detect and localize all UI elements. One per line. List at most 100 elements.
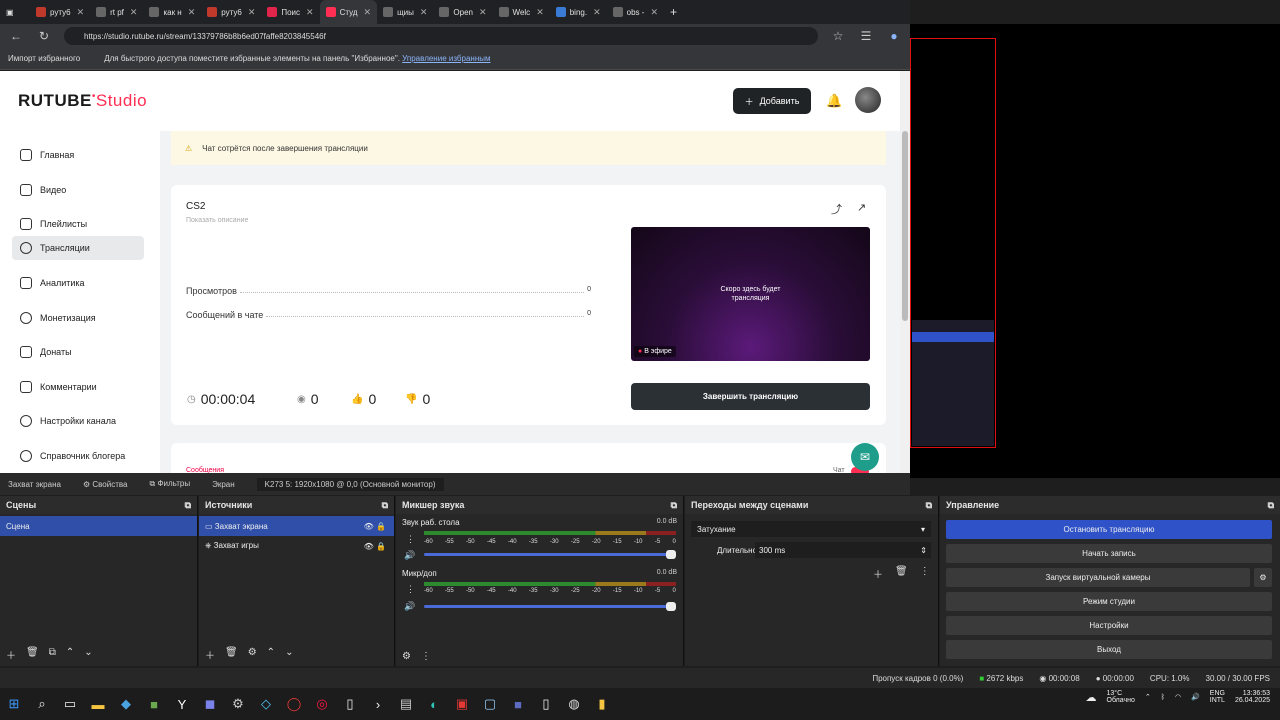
teams-icon[interactable]: ◼ — [196, 688, 224, 720]
scrollbar-thumb[interactable] — [902, 131, 908, 321]
dock-float-icon[interactable]: ⧉ — [185, 500, 191, 511]
browser-tab[interactable]: obs - ✕ — [607, 0, 664, 24]
browser-tab[interactable]: руту6 ✕ — [201, 0, 261, 24]
sidebar-item-channel-settings[interactable]: Настройки канала — [12, 409, 144, 433]
clock[interactable]: 13:36:53 26.04.2025 — [1235, 690, 1270, 704]
properties-button[interactable]: ⚙ Свойства — [83, 480, 128, 489]
duration-spinbox[interactable]: 300 ms ⇕ — [755, 542, 931, 558]
rutube-studio-logo[interactable]: RUTUBE•Studio — [18, 91, 147, 111]
url-field[interactable]: https://studio.rutube.ru/stream/13379786… — [64, 27, 818, 45]
add-icon[interactable]: ＋ — [205, 647, 215, 662]
sidebar-item-playlists[interactable]: Плейлисты — [12, 212, 144, 236]
speaker-icon[interactable]: 🔊 — [404, 601, 415, 612]
volume-slider-mic[interactable] — [424, 602, 676, 611]
bluetooth-icon[interactable]: ᛒ — [1161, 694, 1165, 701]
close-icon[interactable]: ✕ — [188, 7, 196, 18]
settings-icon[interactable]: ⚙ — [224, 688, 252, 720]
end-stream-button[interactable]: Завершить трансляцию — [631, 383, 870, 410]
app-icon[interactable]: ◆ — [112, 688, 140, 720]
back-icon[interactable]: ← — [8, 29, 24, 43]
dock-float-icon[interactable]: ⧉ — [926, 500, 932, 511]
avatar[interactable] — [855, 87, 881, 113]
dock-float-icon[interactable]: ⧉ — [671, 500, 677, 511]
stop-streaming-button[interactable]: Остановить трансляцию — [946, 520, 1272, 539]
windows-start-icon[interactable]: ⊞ — [0, 688, 28, 720]
stream-preview[interactable]: Скоро здесь будет трансляция ● В эфире — [631, 227, 870, 361]
yandex-icon[interactable]: Y — [168, 688, 196, 720]
volume-icon[interactable]: 🔊 — [1191, 693, 1200, 701]
file-icon[interactable]: ▯ — [532, 688, 560, 720]
lock-icon[interactable]: 🔒 — [376, 542, 386, 551]
slider-knob[interactable] — [666, 602, 676, 611]
lock-icon[interactable]: 🔒 — [376, 522, 386, 531]
kebab-menu-icon[interactable]: ⋮ — [920, 566, 930, 581]
app-icon[interactable]: ▮ — [588, 688, 616, 720]
share-icon[interactable]: ⤴ — [831, 201, 842, 217]
sidebar-item-monetization[interactable]: Монетизация — [12, 306, 144, 330]
kebab-menu-icon[interactable]: ⋮ — [406, 534, 415, 545]
add-button[interactable]: ＋ Добавить — [733, 88, 811, 114]
sidebar-item-comments[interactable]: Комментарии — [12, 375, 144, 399]
virtual-camera-settings-icon[interactable]: ⚙ — [1254, 568, 1272, 587]
import-favorites-link[interactable]: Импорт избранного — [8, 54, 80, 63]
obs-icon[interactable]: ◍ — [560, 688, 588, 720]
page-scrollbar[interactable] — [900, 71, 910, 478]
add-icon[interactable]: ＋ — [6, 647, 16, 662]
slider-knob[interactable] — [666, 550, 676, 559]
manage-favorites-link[interactable]: Управление избранным — [402, 54, 490, 63]
filters-button[interactable]: ⧉ Фильтры — [150, 479, 191, 489]
close-icon[interactable]: ✕ — [420, 7, 428, 18]
eye-icon[interactable]: 👁 — [364, 542, 374, 551]
external-link-icon[interactable]: ↗ — [857, 201, 866, 214]
studio-mode-button[interactable]: Режим студии — [946, 592, 1272, 611]
gear-icon[interactable]: ⚙ — [402, 651, 411, 662]
browser-tab[interactable]: щиы ✕ — [377, 0, 433, 24]
trash-icon[interactable]: 🗑 — [895, 566, 908, 581]
close-icon[interactable]: ✕ — [77, 7, 85, 18]
sidebar-item-blogger-guide[interactable]: Справочник блогера — [12, 444, 144, 468]
arrow-down-icon[interactable]: ⌄ — [84, 647, 92, 662]
eye-icon[interactable]: 👁 — [364, 522, 374, 531]
browser-tab[interactable]: Open ✕ — [433, 0, 492, 24]
browser-menu-icon[interactable]: ▣ — [0, 0, 30, 24]
wifi-icon[interactable]: ◠ — [1175, 693, 1181, 701]
start-recording-button[interactable]: Начать запись — [946, 544, 1272, 563]
browser-tab[interactable]: rt pf ✕ — [90, 0, 143, 24]
browser-tab[interactable]: как н ✕ — [143, 0, 201, 24]
sidebar-item-video[interactable]: Видео — [12, 178, 144, 202]
file-icon[interactable]: ▯ — [336, 688, 364, 720]
arrow-up-icon[interactable]: ⌃ — [267, 647, 275, 662]
language-switch[interactable]: ENG INTL — [1210, 690, 1225, 704]
app-icon[interactable]: ◇ — [252, 688, 280, 720]
close-icon[interactable]: ✕ — [650, 7, 658, 18]
kebab-menu-icon[interactable]: ⋮ — [406, 584, 415, 595]
app-icon[interactable]: ▢ — [476, 688, 504, 720]
terminal-icon[interactable]: › — [364, 688, 392, 720]
show-description-link[interactable]: Показать описание — [186, 217, 248, 224]
search-icon[interactable]: ⌕ — [28, 688, 56, 720]
volume-slider-desktop[interactable] — [424, 550, 676, 559]
task-view-icon[interactable]: ▭ — [56, 688, 84, 720]
file-explorer-icon[interactable]: ▬ — [84, 688, 112, 720]
favorite-star-icon[interactable]: ☆ — [830, 29, 846, 43]
browser-tab[interactable]: Welc ✕ — [493, 0, 550, 24]
sidebar-item-analytics[interactable]: Аналитика — [12, 271, 144, 295]
arrow-up-icon[interactable]: ⌃ — [66, 647, 74, 662]
filter-icon[interactable]: ⧉ — [49, 647, 56, 662]
copilot-icon[interactable]: ● — [886, 29, 902, 43]
edge-icon[interactable]: ◐ — [420, 688, 448, 720]
browser-tab-active[interactable]: Студ ✕ — [319, 0, 378, 24]
source-item[interactable]: ⎈ Захват игры 👁 🔒 — [199, 536, 394, 556]
spin-arrows-icon[interactable]: ⇕ — [920, 546, 927, 555]
store-icon[interactable]: ▤ — [392, 688, 420, 720]
settings-button[interactable]: Настройки — [946, 616, 1272, 635]
winrar-icon[interactable]: ▣ — [448, 688, 476, 720]
close-icon[interactable]: ✕ — [536, 7, 544, 18]
close-icon[interactable]: ✕ — [479, 7, 487, 18]
opera-gx-icon[interactable]: ◎ — [308, 688, 336, 720]
new-tab-icon[interactable]: + — [664, 0, 683, 24]
sidebar-item-streams[interactable]: Трансляции — [12, 236, 144, 260]
close-icon[interactable]: ✕ — [593, 7, 601, 18]
dock-float-icon[interactable]: ⧉ — [382, 500, 388, 511]
trash-icon[interactable]: 🗑 — [225, 647, 238, 662]
